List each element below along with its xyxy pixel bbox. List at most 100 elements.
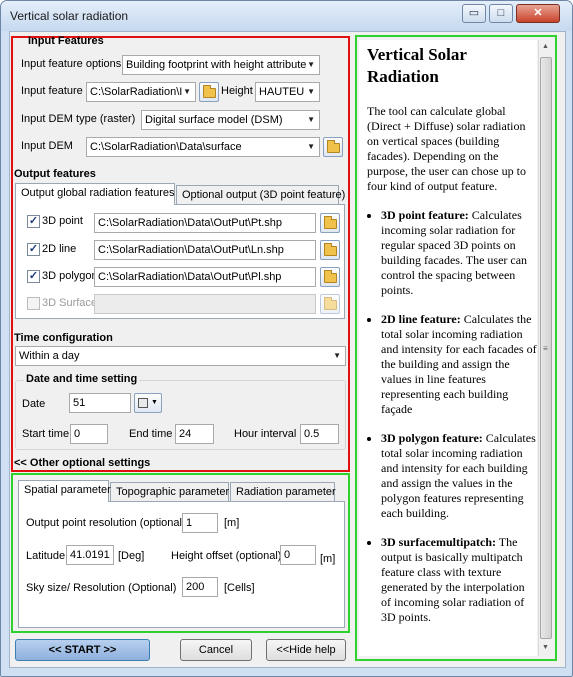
checkbox-3d-polygon[interactable]: ✓ — [27, 270, 40, 283]
input-features-heading: Input Features — [28, 35, 104, 47]
input-dem-select[interactable]: C:\SolarRadiation\Data\surface ▼ — [86, 137, 320, 157]
hour-interval-label: Hour interval — [234, 428, 297, 440]
chevron-down-icon: ▼ — [307, 142, 315, 151]
input-feature-options-label: Input feature options — [21, 58, 122, 70]
height-field-select[interactable]: HAUTEU ▼ — [255, 82, 320, 102]
help-item-text: Calculates the total solar incoming radi… — [381, 312, 537, 416]
folder-icon — [324, 270, 337, 283]
close-button[interactable]: ✕ — [516, 4, 560, 23]
tab-radiation-parameter[interactable]: Radiation parameter — [230, 482, 336, 502]
resolution-unit: [m] — [224, 517, 240, 529]
hide-help-button[interactable]: <<Hide help — [266, 639, 346, 661]
label-2d-line: 2D line — [42, 243, 77, 255]
scroll-down-icon[interactable]: ▼ — [542, 644, 549, 651]
end-time-label: End time — [129, 428, 173, 440]
checkbox-3d-point[interactable]: ✓ — [27, 215, 40, 228]
cancel-button[interactable]: Cancel — [180, 639, 252, 661]
time-mode-select[interactable]: Within a day ▼ — [15, 346, 346, 366]
input-feature-options-value: Building footprint with height attribute — [126, 59, 307, 71]
tab-optional-output[interactable]: Optional output (3D point feature) — [176, 185, 345, 205]
tab-spatial-parameter[interactable]: Spatial parameter — [18, 480, 111, 502]
checkbox-2d-line[interactable]: ✓ — [27, 243, 40, 256]
help-scrollbar[interactable]: ▲ ≡ ▼ — [538, 40, 553, 656]
start-time-label: Start time — [22, 428, 70, 440]
folder-icon — [203, 85, 216, 98]
chevron-down-icon: ▼ — [307, 115, 315, 124]
sky-size-input[interactable]: 200 — [182, 577, 218, 597]
dem-type-select[interactable]: Digital surface model (DSM) ▼ — [141, 110, 320, 130]
browse-3d-polygon-button[interactable] — [320, 267, 340, 287]
help-item-term: 3D polygon feature: — [381, 431, 483, 445]
height-offset-unit: [m] — [320, 553, 336, 565]
chevron-down-icon: ▼ — [333, 351, 341, 360]
help-item-3d-point: 3D point feature: Calculates incoming so… — [381, 208, 537, 298]
browse-input-feature-button[interactable] — [199, 82, 219, 102]
dem-type-value: Digital surface model (DSM) — [145, 114, 283, 126]
height-offset-input[interactable]: 0 — [280, 545, 316, 565]
height-field-value: HAUTEU — [259, 86, 305, 98]
chevron-down-icon: ▼ — [151, 399, 158, 406]
maximize-icon: □ — [497, 7, 505, 19]
chevron-down-icon: ▼ — [307, 60, 315, 69]
latitude-label: Latitude — [26, 550, 66, 562]
dem-type-label: Input DEM type (raster) — [21, 113, 136, 125]
folder-icon — [324, 216, 337, 229]
label-3d-point: 3D point — [42, 215, 83, 227]
time-mode-value: Within a day — [19, 350, 80, 362]
minimize-icon: ▭ — [468, 7, 480, 19]
maximize-button[interactable]: □ — [489, 4, 513, 23]
output-3d-surface-path — [94, 294, 316, 314]
height-label: Height — [221, 85, 253, 97]
label-3d-surface: 3D Surface — [42, 297, 98, 309]
browse-3d-point-button[interactable] — [320, 213, 340, 233]
resolution-label: Output point resolution (optional — [26, 517, 182, 529]
help-pane: Vertical Solar Radiation The tool can ca… — [359, 40, 537, 656]
input-feature-options-select[interactable]: Building footprint with height attribute… — [122, 55, 320, 75]
help-item-term: 3D surfacemultipatch: — [381, 535, 496, 549]
output-2d-line-path[interactable]: C:\SolarRadiation\Data\OutPut\Ln.shp — [94, 240, 316, 260]
window-title: Vertical solar radiation — [10, 9, 129, 23]
help-item-3d-surface: 3D surfacemultipatch: The output is basi… — [381, 535, 537, 625]
help-item-term: 2D line feature: — [381, 312, 461, 326]
help-item-term: 3D point feature: — [381, 208, 469, 222]
input-dem-label: Input DEM — [21, 140, 73, 152]
hour-interval-input[interactable]: 0.5 — [300, 424, 339, 444]
output-3d-point-path[interactable]: C:\SolarRadiation\Data\OutPut\Pt.shp — [94, 213, 316, 233]
time-configuration-heading: Time configuration — [14, 332, 113, 344]
date-label: Date — [22, 398, 46, 410]
minimize-button[interactable]: ▭ — [462, 4, 486, 23]
browse-3d-surface-button — [320, 294, 340, 314]
title-bar[interactable]: Vertical solar radiation ▭ □ ✕ — [1, 1, 572, 31]
scroll-up-icon[interactable]: ▲ — [542, 43, 549, 50]
calendar-picker-button[interactable]: ▼ — [134, 393, 162, 413]
date-input[interactable]: 51 — [69, 393, 131, 413]
help-item-2d-line: 2D line feature: Calculates the total so… — [381, 312, 537, 417]
folder-icon — [324, 297, 337, 310]
help-intro: The tool can calculate global (Direct + … — [367, 104, 526, 193]
help-title: Vertical Solar Radiation — [367, 45, 467, 86]
browse-input-dem-button[interactable] — [323, 137, 343, 157]
input-feature-value: C:\SolarRadiation\I — [90, 86, 183, 98]
folder-icon — [327, 140, 340, 153]
latitude-input[interactable]: 41.0191 — [66, 545, 114, 565]
folder-icon — [324, 243, 337, 256]
start-button[interactable]: << START >> — [15, 639, 150, 661]
input-feature-label: Input feature — [21, 85, 83, 97]
tab-topographic-parameter[interactable]: Topographic parameter — [110, 482, 229, 502]
browse-2d-line-button[interactable] — [320, 240, 340, 260]
checkbox-3d-surface[interactable] — [27, 297, 40, 310]
tab-output-global-radiation[interactable]: Output global radiation features — [15, 183, 175, 205]
output-3d-polygon-path[interactable]: C:\SolarRadiation\Data\OutPut\Pl.shp — [94, 267, 316, 287]
end-time-input[interactable]: 24 — [175, 424, 214, 444]
other-optional-settings-toggle[interactable]: << Other optional settings — [14, 457, 150, 469]
input-feature-select[interactable]: C:\SolarRadiation\I ▼ — [86, 82, 196, 102]
scrollbar-thumb[interactable]: ≡ — [540, 57, 552, 639]
grip-icon: ≡ — [543, 344, 548, 353]
sky-size-label: Sky size/ Resolution (Optional) — [26, 582, 177, 594]
output-features-heading: Output features — [14, 168, 96, 180]
resolution-input[interactable]: 1 — [182, 513, 218, 533]
latitude-unit: [Deg] — [118, 550, 145, 562]
calendar-icon — [138, 398, 148, 408]
date-time-heading: Date and time setting — [24, 373, 140, 385]
start-time-input[interactable]: 0 — [70, 424, 108, 444]
